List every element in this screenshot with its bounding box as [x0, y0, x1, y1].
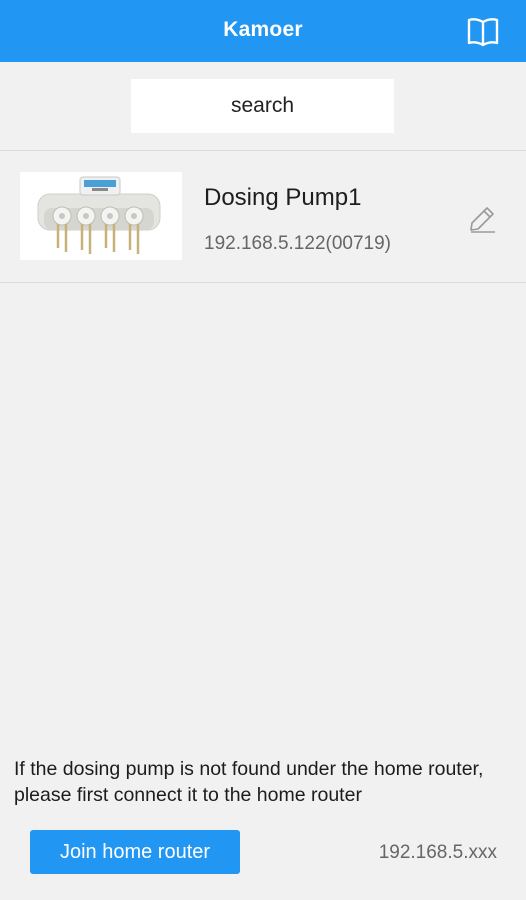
app-screen: Kamoer search Dosing Pump1 192.168.5.122…: [0, 0, 526, 900]
router-ip-label: 192.168.5.xxx: [378, 842, 497, 863]
pencil-icon[interactable]: [468, 205, 496, 233]
join-home-router-button[interactable]: Join home router: [30, 830, 240, 874]
top-app-bar: Kamoer: [0, 0, 526, 62]
device-name: Dosing Pump1: [204, 184, 362, 211]
app-title: Kamoer: [223, 18, 303, 41]
router-hint-text: If the dosing pump is not found under th…: [14, 758, 484, 806]
device-list-item[interactable]: Dosing Pump1 192.168.5.122(00719): [0, 151, 526, 283]
search-bar: [0, 62, 526, 151]
dosing-pump-image: [20, 172, 182, 260]
device-ip: 192.168.5.122(00719): [204, 233, 391, 254]
book-icon[interactable]: [466, 16, 500, 48]
search-input[interactable]: [131, 79, 394, 133]
